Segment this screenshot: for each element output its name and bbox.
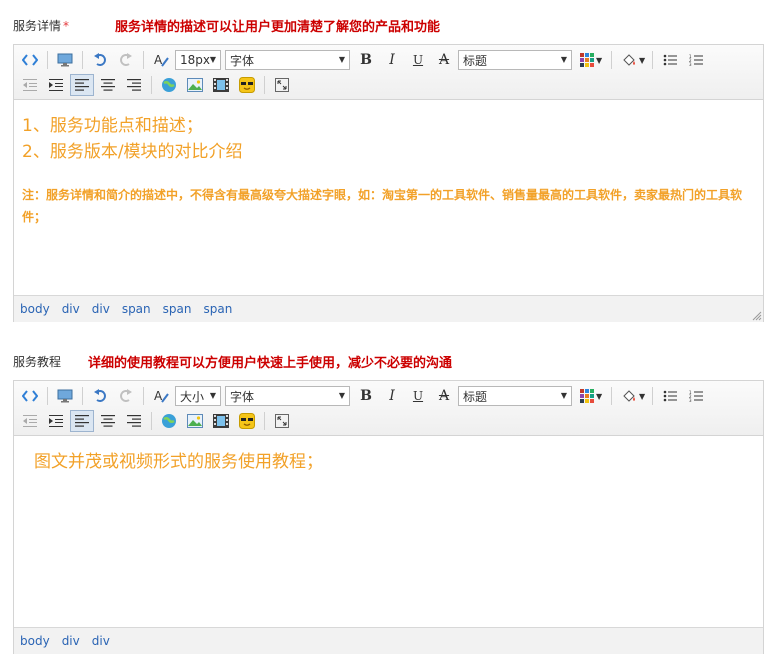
indent-icon[interactable] (44, 410, 68, 432)
strikethrough-icon[interactable]: A (432, 49, 456, 71)
redo-icon[interactable] (114, 385, 138, 407)
undo-icon[interactable] (88, 385, 112, 407)
path-item-div[interactable]: div (62, 634, 80, 648)
clear-format-icon[interactable]: A (149, 385, 173, 407)
path-item-span[interactable]: span (203, 302, 232, 316)
path-item-body[interactable]: body (20, 634, 50, 648)
ordered-list-icon[interactable]: 123 (684, 49, 708, 71)
fullscreen-icon[interactable] (270, 74, 294, 96)
preview-icon[interactable] (53, 385, 77, 407)
editor-toolbar: A 大小 ▼ 字体 ▼ B I U A 标题 ▼ ▼ ▼ 123 (14, 381, 763, 436)
font-size-select[interactable]: 大小 ▼ (175, 386, 221, 406)
font-family-select[interactable]: 字体 ▼ (225, 386, 350, 406)
clear-format-icon[interactable]: A (149, 49, 173, 71)
ordered-list-icon[interactable]: 123 (684, 385, 708, 407)
video-icon[interactable] (209, 74, 233, 96)
editor-content-area[interactable]: 图文并茂或视频形式的服务使用教程； (14, 436, 763, 627)
path-item-body[interactable]: body (20, 302, 50, 316)
underline-icon[interactable]: U (406, 49, 430, 71)
font-color-icon[interactable]: ▼ (576, 49, 606, 71)
heading-select[interactable]: 标题 ▼ (458, 50, 572, 70)
underline-icon[interactable]: U (406, 385, 430, 407)
editor-content-area[interactable]: 1、服务功能点和描述； 2、服务版本/模块的对比介绍 注：服务详情和简介的描述中… (14, 100, 763, 295)
align-center-icon[interactable] (96, 74, 120, 96)
path-item-span[interactable]: span (163, 302, 192, 316)
font-color-icon[interactable]: ▼ (576, 385, 606, 407)
italic-icon[interactable]: I (380, 385, 404, 407)
image-icon[interactable] (183, 410, 207, 432)
preview-icon[interactable] (53, 49, 77, 71)
content-line: 1、服务功能点和描述； (22, 116, 203, 136)
link-icon[interactable] (157, 74, 181, 96)
path-item-div[interactable]: div (62, 302, 80, 316)
heading-select[interactable]: 标题 ▼ (458, 386, 572, 406)
bold-icon[interactable]: B (354, 385, 378, 407)
source-code-icon[interactable] (18, 385, 42, 407)
font-size-select[interactable]: 18px ▼ (175, 50, 221, 70)
path-item-div[interactable]: div (92, 634, 110, 648)
service-tutorial-editor: A 大小 ▼ 字体 ▼ B I U A 标题 ▼ ▼ ▼ 123 图文并茂或视频… (13, 380, 764, 654)
align-left-icon[interactable] (70, 410, 94, 432)
align-center-icon[interactable] (96, 410, 120, 432)
path-item-div[interactable]: div (92, 302, 110, 316)
unordered-list-icon[interactable] (658, 385, 682, 407)
service-detail-hint: 服务详情的描述可以让用户更加清楚了解您的产品和功能 (115, 20, 441, 35)
indent-icon[interactable] (44, 74, 68, 96)
strikethrough-icon[interactable]: A (432, 385, 456, 407)
outdent-icon[interactable] (18, 410, 42, 432)
element-path-bar: body div div (14, 627, 763, 654)
bold-icon[interactable]: B (354, 49, 378, 71)
background-color-icon[interactable]: ▼ (617, 385, 647, 407)
align-right-icon[interactable] (122, 74, 146, 96)
align-left-icon[interactable] (70, 74, 94, 96)
emoticon-icon[interactable] (235, 74, 259, 96)
font-family-select[interactable]: 字体 ▼ (225, 50, 350, 70)
service-tutorial-label: 服务教程 (13, 355, 62, 369)
content-note: 注：服务详情和简介的描述中，不得含有最高级夸大描述字眼，如：淘宝第一的工具软件、… (22, 188, 743, 224)
outdent-icon[interactable] (18, 74, 42, 96)
editor-toolbar: A 18px ▼ 字体 ▼ B I U A 标题 ▼ ▼ ▼ 123 (14, 45, 763, 100)
service-detail-label: 服务详情 * (13, 19, 70, 33)
background-color-icon[interactable]: ▼ (617, 49, 647, 71)
fullscreen-icon[interactable] (270, 410, 294, 432)
content-line: 2、服务版本/模块的对比介绍 (22, 142, 243, 162)
service-tutorial-hint: 详细的使用教程可以方便用户快速上手使用，减少不必要的沟通 (88, 356, 453, 371)
svg-text:3: 3 (689, 398, 692, 402)
element-path-bar: body div div span span span (14, 295, 763, 322)
path-item-span[interactable]: span (122, 302, 151, 316)
unordered-list-icon[interactable] (658, 49, 682, 71)
content-line: 图文并茂或视频形式的服务使用教程； (34, 452, 323, 472)
image-icon[interactable] (183, 74, 207, 96)
video-icon[interactable] (209, 410, 233, 432)
undo-icon[interactable] (88, 49, 112, 71)
svg-text:3: 3 (689, 62, 692, 66)
italic-icon[interactable]: I (380, 49, 404, 71)
source-code-icon[interactable] (18, 49, 42, 71)
link-icon[interactable] (157, 410, 181, 432)
required-mark: * (63, 19, 70, 33)
resize-grip-icon[interactable] (752, 311, 762, 321)
redo-icon[interactable] (114, 49, 138, 71)
service-detail-editor: A 18px ▼ 字体 ▼ B I U A 标题 ▼ ▼ ▼ 123 1、服务功… (13, 44, 764, 322)
align-right-icon[interactable] (122, 410, 146, 432)
emoticon-icon[interactable] (235, 410, 259, 432)
